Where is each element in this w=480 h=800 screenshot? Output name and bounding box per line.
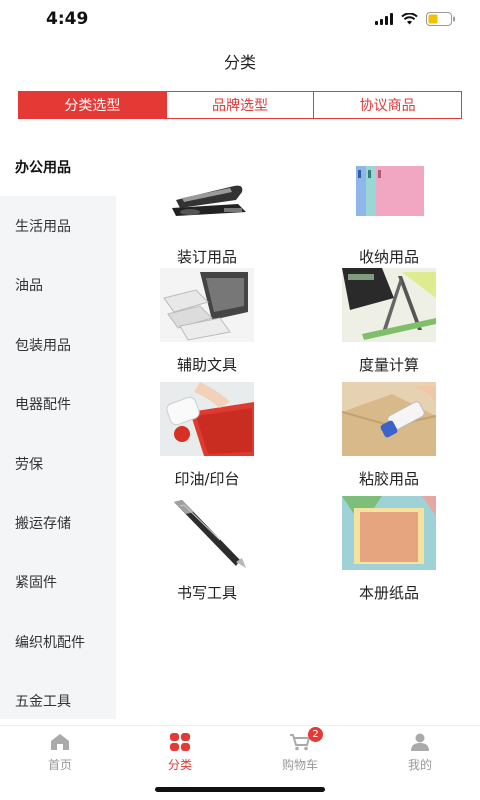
- category-label: 粘胶用品: [358, 470, 419, 488]
- sidebar-item-office-supplies[interactable]: 办公用品: [0, 137, 116, 197]
- status-bar: 4:49: [0, 0, 480, 40]
- category-sidebar: 办公用品 生活用品 油品 包装用品 电器配件 劳保 搬运存储 紧固件 编织机配件…: [0, 137, 116, 719]
- status-time: 4:49: [46, 9, 89, 29]
- sidebar-item-handling-storage[interactable]: 搬运存储: [0, 493, 116, 552]
- status-icons: [375, 12, 456, 26]
- category-label: 装订用品: [176, 248, 237, 266]
- category-label: 本册纸品: [358, 584, 419, 602]
- sidebar-item-fasteners[interactable]: 紧固件: [0, 553, 116, 612]
- nav-mine[interactable]: 我的: [360, 726, 480, 777]
- user-icon: [410, 732, 430, 752]
- category-item[interactable]: 辅助文具: [116, 268, 298, 382]
- sidebar-item-labor-protection[interactable]: 劳保: [0, 434, 116, 493]
- nav-home[interactable]: 首页: [0, 726, 120, 777]
- category-item[interactable]: 本册纸品: [298, 496, 480, 610]
- category-label: 印油/印台: [174, 470, 240, 488]
- home-icon: [50, 732, 70, 752]
- page-title: 分类: [223, 53, 256, 72]
- cart-badge: 2: [308, 727, 323, 742]
- tab-category-selection[interactable]: 分类选型: [19, 92, 167, 118]
- segment-tabs: 分类选型 品牌选型 协议商品: [18, 91, 462, 119]
- nav-category-label: 分类: [167, 758, 192, 772]
- nav-category[interactable]: 分类: [120, 726, 240, 777]
- home-indicator: [155, 787, 325, 792]
- ink-pad-image: [160, 382, 254, 456]
- sidebar-item-packaging[interactable]: 包装用品: [0, 315, 116, 374]
- category-item[interactable]: 度量计算: [298, 268, 480, 382]
- nav-cart-label: 购物车: [281, 758, 318, 772]
- category-item[interactable]: 印油/印台: [116, 382, 298, 496]
- pen-image: [160, 496, 254, 570]
- bottom-nav: 首页 分类 2 购物车 我的: [0, 725, 480, 777]
- folders-image: [342, 160, 436, 234]
- glue-stick-image: [342, 382, 436, 456]
- category-label: 书写工具: [176, 584, 237, 602]
- sidebar-item-knitting-parts[interactable]: 编织机配件: [0, 612, 116, 671]
- sidebar-item-daily-supplies[interactable]: 生活用品: [0, 196, 116, 255]
- category-label: 度量计算: [358, 356, 419, 374]
- stapler-image: [160, 160, 254, 234]
- sidebar-item-hardware-tools[interactable]: 五金工具: [0, 672, 116, 731]
- tab-brand-selection[interactable]: 品牌选型: [167, 92, 315, 118]
- battery-icon: [426, 12, 456, 26]
- category-item[interactable]: 书写工具: [116, 496, 298, 610]
- grid-icon: [170, 732, 190, 752]
- calculator-compass-image: [342, 268, 436, 342]
- nav-home-label: 首页: [47, 758, 72, 772]
- category-item[interactable]: 粘胶用品: [298, 382, 480, 496]
- sidebar-item-electrical-parts[interactable]: 电器配件: [0, 375, 116, 434]
- signal-icon: [375, 13, 393, 25]
- notebook-image: [342, 496, 436, 570]
- tab-agreement-products[interactable]: 协议商品: [314, 92, 461, 118]
- nav-mine-label: 我的: [407, 758, 432, 772]
- sidebar-item-oil[interactable]: 油品: [0, 256, 116, 315]
- category-label: 辅助文具: [176, 356, 237, 374]
- stamp-machine-image: [160, 268, 254, 342]
- nav-cart[interactable]: 2 购物车: [240, 726, 360, 777]
- category-item[interactable]: 收纳用品: [298, 160, 480, 274]
- category-label: 收纳用品: [358, 248, 419, 266]
- category-item[interactable]: 装订用品: [116, 160, 298, 274]
- wifi-icon: [401, 13, 418, 25]
